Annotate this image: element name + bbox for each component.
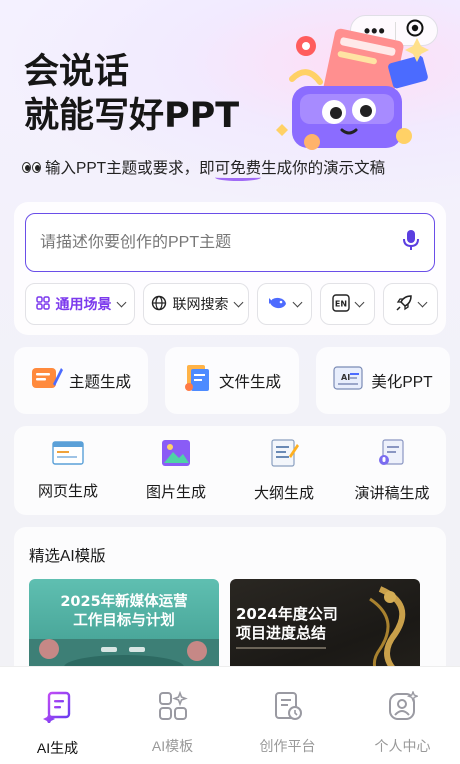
user-profile-icon — [388, 690, 419, 724]
hero-title-line2: 就能写好PPT — [24, 96, 240, 136]
document-clock-icon — [273, 691, 303, 724]
file-icon — [183, 363, 213, 398]
chevron-down-icon — [417, 297, 428, 307]
grid-icon — [35, 295, 50, 313]
image-generate-label: 图片生成 — [145, 484, 206, 501]
chevron-down-icon — [292, 297, 303, 307]
outline-icon — [269, 438, 299, 472]
speech-generate-button[interactable]: 演讲稿生成 — [338, 426, 446, 515]
web-search-label: 联网搜索 — [172, 296, 229, 312]
image-icon — [161, 439, 191, 471]
image-generate-button[interactable]: 图片生成 — [122, 426, 230, 515]
hero-subtitle: 输入PPT主题或要求，即 可免费 生成你的演示文稿 — [22, 156, 386, 181]
chevron-down-icon — [233, 297, 243, 307]
svg-text:AI: AI — [341, 373, 350, 382]
templates-section: 精选AI模版 2025年新媒体运营 工作目标与计划 2024年度公司 项目进度总… — [14, 527, 446, 687]
speech-icon — [377, 438, 407, 472]
speed-select[interactable] — [383, 283, 438, 325]
file-generate-button[interactable]: 文件生成 — [165, 347, 299, 414]
template-grid-icon — [158, 690, 188, 724]
beautify-icon: AI — [333, 364, 365, 397]
en-language-icon: EN — [332, 293, 350, 315]
template-title: 2024年度公司 项目进度总结 — [236, 605, 338, 643]
topic-generate-button[interactable]: 主题生成 — [14, 347, 148, 414]
tab-personal-center-label: 个人中心 — [374, 738, 431, 754]
tab-personal-center[interactable]: 个人中心 — [345, 667, 460, 764]
template-title-line2: 工作目标与计划 — [73, 613, 175, 629]
prompt-card: 通用场景 联网搜索 EN — [14, 202, 446, 335]
microphone-icon[interactable] — [402, 229, 420, 256]
speech-generate-label: 演讲稿生成 — [354, 485, 430, 502]
template-title-line2: 项目进度总结 — [236, 624, 327, 642]
tab-creation-platform[interactable]: 创作平台 — [230, 667, 345, 764]
eyes-icon — [22, 161, 41, 173]
globe-icon — [151, 295, 167, 314]
webpage-generate-button[interactable]: 网页生成 — [14, 426, 122, 515]
option-chips: 通用场景 联网搜索 EN — [25, 283, 438, 325]
beautify-ppt-label: 美化PPT — [371, 373, 433, 391]
file-generate-label: 文件生成 — [218, 373, 281, 391]
prompt-input[interactable] — [40, 233, 402, 252]
topic-generate-label: 主题生成 — [68, 373, 131, 391]
chevron-down-icon — [116, 297, 126, 307]
template-title: 2025年新媒体运营 工作目标与计划 — [29, 593, 219, 631]
svg-text:EN: EN — [335, 299, 347, 308]
outline-generate-button[interactable]: 大纲生成 — [230, 426, 338, 515]
template-title-line1: 2024年度公司 — [236, 605, 338, 623]
bottom-tab-bar: AI生成 AI模板 创作平台 个人中心 — [0, 666, 460, 764]
template-title-line1: 2025年新媒体运营 — [60, 594, 188, 610]
chevron-down-icon — [354, 297, 365, 307]
tab-ai-generate[interactable]: AI生成 — [0, 667, 115, 764]
ai-generate-icon — [42, 691, 73, 726]
language-select[interactable]: EN — [320, 283, 375, 325]
tab-ai-generate-label: AI生成 — [36, 740, 79, 756]
topic-icon — [31, 364, 63, 397]
rocket-icon — [395, 294, 413, 315]
tools-card: 网页生成 图片生成 大纲生成 演讲稿生成 — [14, 426, 446, 515]
tab-ai-template-label: AI模板 — [151, 738, 194, 754]
webpage-icon — [52, 440, 84, 470]
subtitle-pre: 输入PPT主题或要求，即 — [45, 160, 215, 177]
subtitle-highlight: 可免费 — [214, 156, 261, 181]
model-select[interactable] — [257, 283, 312, 325]
hero-title: 会说话 就能写好PPT — [24, 50, 239, 138]
mascot-illustration — [272, 24, 442, 164]
generator-row: 主题生成 文件生成 AI 美化PPT — [14, 347, 450, 414]
prompt-input-box[interactable] — [25, 213, 435, 272]
scene-select[interactable]: 通用场景 — [25, 283, 135, 325]
outline-generate-label: 大纲生成 — [253, 485, 314, 502]
beautify-ppt-button[interactable]: AI 美化PPT — [316, 347, 450, 414]
tab-ai-template[interactable]: AI模板 — [115, 667, 230, 764]
hero-title-line1: 会说话 — [24, 52, 130, 92]
scene-label: 通用场景 — [55, 296, 112, 312]
whale-icon — [268, 295, 288, 314]
web-search-select[interactable]: 联网搜索 — [143, 283, 249, 325]
templates-title: 精选AI模版 — [29, 548, 106, 565]
subtitle-post: 生成你的演示文稿 — [261, 160, 386, 177]
tab-creation-platform-label: 创作平台 — [259, 738, 316, 754]
webpage-generate-label: 网页生成 — [37, 483, 98, 500]
